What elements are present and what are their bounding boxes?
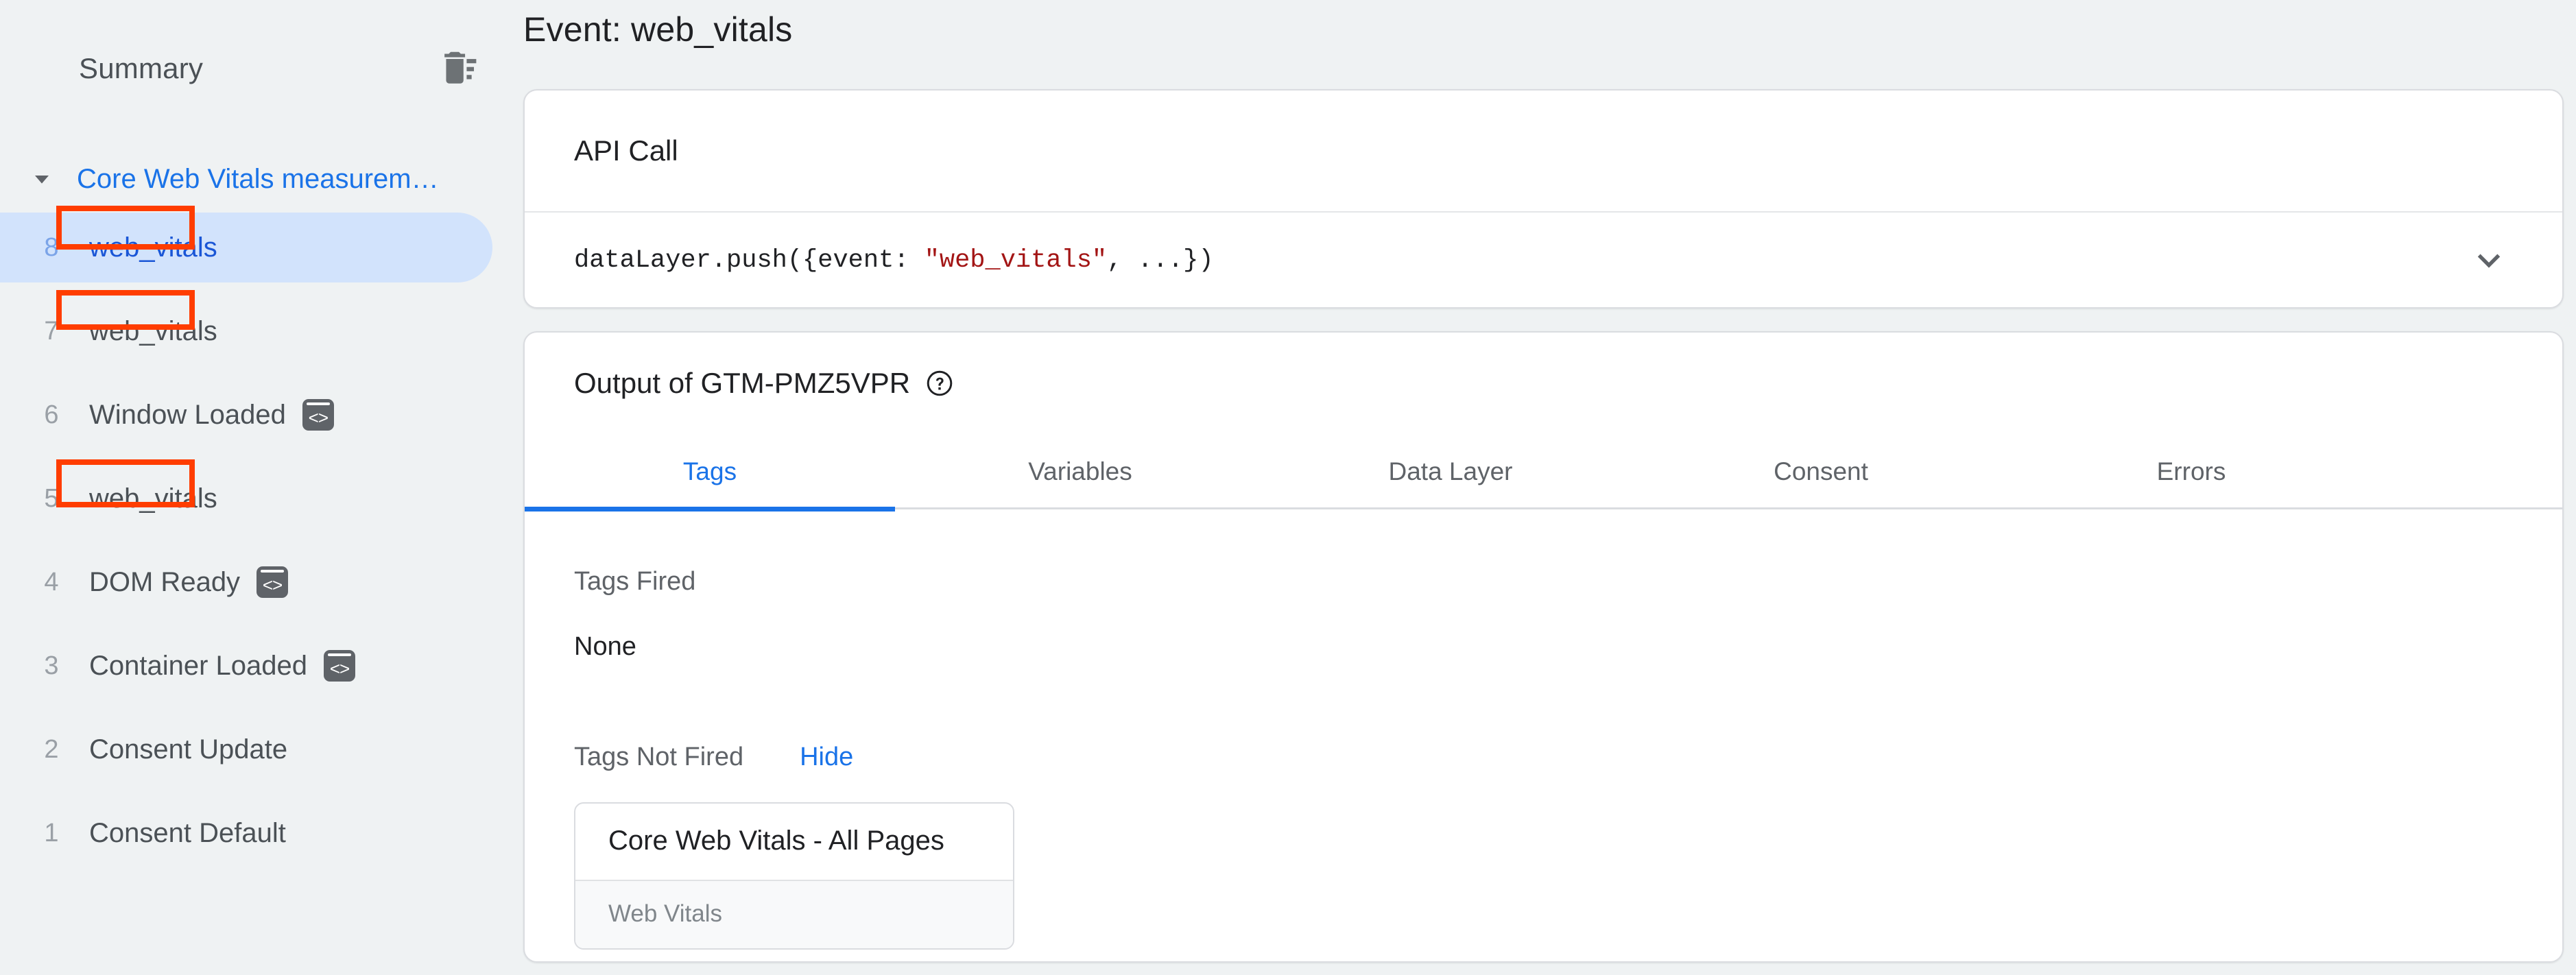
event-name: web_vitals: [89, 232, 217, 263]
event-name: Container Loaded: [89, 650, 308, 681]
tags-not-fired-header: Tags Not Fired Hide: [574, 743, 2513, 772]
event-index: 7: [44, 316, 59, 346]
event-name: web_vitals: [89, 315, 217, 346]
sidebar-event-3[interactable]: 3 Container Loaded <>: [0, 624, 523, 708]
tags-fired-value: None: [574, 632, 636, 661]
tag-name: Core Web Vitals - All Pages: [575, 804, 1013, 881]
sidebar-event-4[interactable]: 4 DOM Ready <>: [0, 540, 523, 624]
tags-not-fired-label: Tags Not Fired: [574, 743, 744, 771]
code-suffix: , ...}): [1107, 246, 1214, 275]
tags-fired-label: Tags Fired: [574, 567, 696, 596]
tab-label: Errors: [2156, 457, 2226, 485]
tab-consent[interactable]: Consent: [1636, 434, 2006, 509]
tab-label: Data Layer: [1388, 457, 1513, 485]
output-heading: Output of GTM-PMZ5VPR: [574, 367, 911, 399]
tab-errors[interactable]: Errors: [2006, 434, 2376, 509]
datalayer-push-code: dataLayer.push({event: "web_vitals", ...…: [574, 246, 1214, 275]
api-call-heading: API Call: [574, 134, 678, 167]
event-group-title: Core Web Vitals measurem…: [77, 163, 439, 194]
tag-type: Web Vitals: [575, 881, 1013, 948]
gtm-preview-window: Summary Core Web Vitals measurem… 8 web_…: [0, 0, 2576, 975]
tab-label: Variables: [1028, 457, 1132, 485]
chevron-down-icon[interactable]: [2465, 237, 2513, 285]
event-name: Window Loaded: [89, 399, 286, 430]
event-index: 3: [44, 651, 59, 680]
tab-label: Consent: [1774, 457, 1868, 485]
sidebar-header: Summary: [0, 0, 523, 137]
event-index: 5: [44, 483, 59, 513]
sidebar-event-1[interactable]: 1 Consent Default: [0, 791, 523, 875]
api-call-body[interactable]: dataLayer.push({event: "web_vitals", ...…: [525, 213, 2562, 309]
not-fired-tag-item[interactable]: Core Web Vitals - All Pages Web Vitals: [574, 802, 1014, 950]
event-index: 2: [44, 734, 59, 764]
summary-label[interactable]: Summary: [79, 52, 203, 85]
event-name: web_vitals: [89, 483, 217, 514]
sidebar-event-8[interactable]: 8 web_vitals: [0, 206, 523, 289]
event-group-core-web-vitals[interactable]: Core Web Vitals measurem…: [0, 149, 523, 208]
code-icon: <>: [257, 566, 289, 598]
tab-tags[interactable]: Tags: [525, 434, 895, 511]
event-index: 8: [44, 232, 59, 262]
tags-panel: Tags Fired None Tags Not Fired Hide Core…: [525, 509, 2562, 950]
api-call-header: API Call: [525, 91, 2562, 213]
event-sidebar: Summary Core Web Vitals measurem… 8 web_…: [0, 0, 523, 975]
api-call-card: API Call dataLayer.push({event: "web_vit…: [523, 89, 2564, 309]
help-circle-icon[interactable]: [925, 369, 954, 398]
sidebar-event-7[interactable]: 7 web_vitals: [0, 289, 523, 373]
tab-label: Tags: [682, 457, 737, 485]
output-header: Output of GTM-PMZ5VPR: [525, 333, 2562, 434]
code-icon: <>: [302, 399, 334, 431]
event-index: 6: [44, 400, 59, 429]
main-panel: Event: web_vitals API Call dataLayer.pus…: [523, 0, 2576, 975]
hide-link[interactable]: Hide: [800, 743, 853, 772]
output-card: Output of GTM-PMZ5VPR Tags Variables Dat…: [523, 331, 2564, 963]
event-name: Consent Update: [89, 734, 288, 765]
event-name: DOM Ready: [89, 566, 241, 597]
tab-data-layer[interactable]: Data Layer: [1265, 434, 1636, 509]
event-name: Consent Default: [89, 817, 286, 848]
event-index: 4: [44, 567, 59, 597]
event-index: 1: [44, 818, 59, 847]
code-prefix: dataLayer.push({event:: [574, 246, 925, 275]
sidebar-event-5[interactable]: 5 web_vitals: [0, 457, 523, 540]
delete-sweep-icon[interactable]: [431, 43, 484, 95]
page-title: Event: web_vitals: [523, 10, 793, 49]
event-list: 8 web_vitals 7 web_vitals 6 Window Loade…: [0, 206, 523, 875]
tab-variables[interactable]: Variables: [895, 434, 1265, 509]
sidebar-event-6[interactable]: 6 Window Loaded <>: [0, 373, 523, 457]
code-icon: <>: [324, 650, 356, 682]
output-tabs: Tags Variables Data Layer Consent Errors: [525, 434, 2562, 511]
sidebar-event-2[interactable]: 2 Consent Update: [0, 708, 523, 791]
caret-down-icon[interactable]: [21, 158, 63, 200]
code-string: "web_vitals": [924, 246, 1108, 275]
